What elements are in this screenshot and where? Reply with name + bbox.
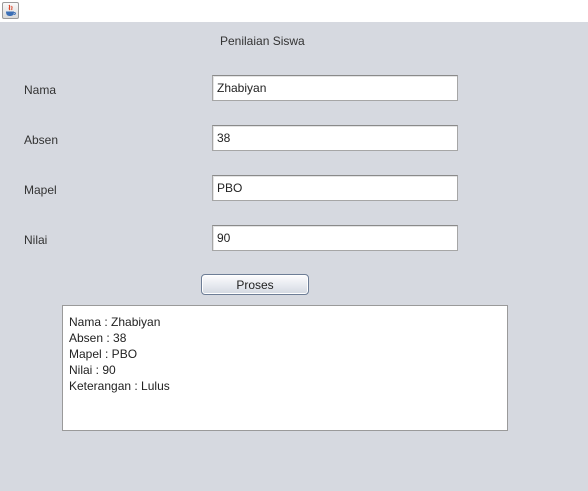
output-line: Nilai : 90 <box>69 363 116 377</box>
form-title: Penilaian Siswa <box>220 34 305 48</box>
mapel-input[interactable] <box>212 175 458 201</box>
output-line: Mapel : PBO <box>69 347 138 361</box>
java-icon[interactable] <box>2 2 19 19</box>
form-panel: Penilaian Siswa Nama Absen Mapel Nilai P… <box>0 22 588 491</box>
output-line: Keterangan : Lulus <box>69 379 170 393</box>
nama-label: Nama <box>24 83 57 97</box>
nilai-input[interactable] <box>212 225 458 251</box>
output-line: Nama : Zhabiyan <box>69 315 161 329</box>
absen-input[interactable] <box>212 125 458 151</box>
nilai-label: Nilai <box>24 233 48 247</box>
output-line: Absen : 38 <box>69 331 127 345</box>
title-bar <box>0 0 588 22</box>
nama-input[interactable] <box>212 75 458 101</box>
absen-label: Absen <box>24 133 59 147</box>
mapel-label: Mapel <box>24 183 57 197</box>
output-textarea[interactable]: Nama : Zhabiyan Absen : 38 Mapel : PBO N… <box>62 305 508 431</box>
proses-button[interactable]: Proses <box>201 274 309 295</box>
